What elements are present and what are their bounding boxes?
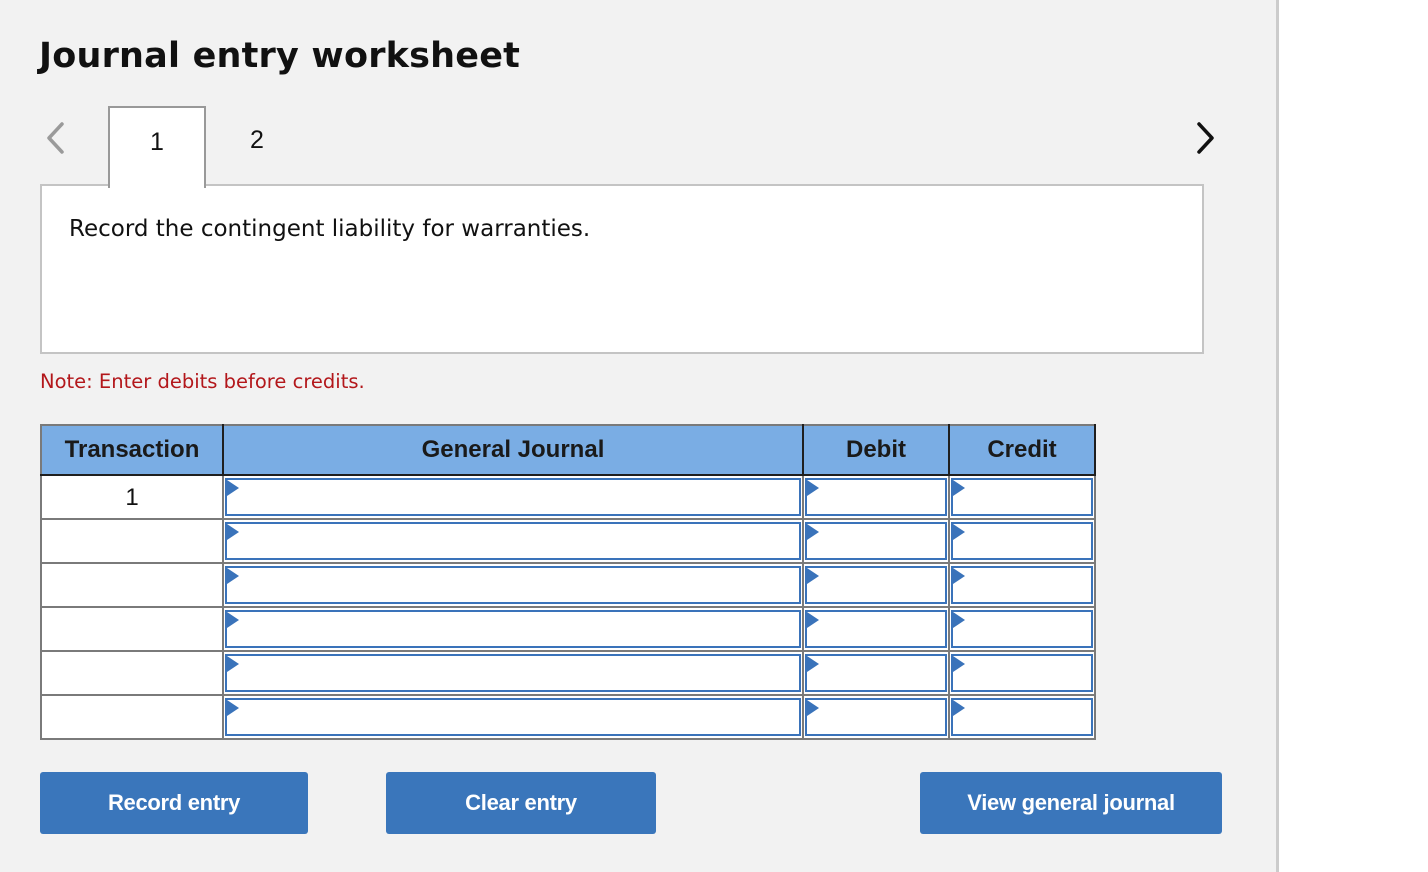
view-general-journal-button[interactable]: View general journal [920, 772, 1222, 834]
credit-cell [948, 474, 1096, 520]
debit-cell [802, 650, 950, 696]
debit-cell [802, 606, 950, 652]
clear-entry-button[interactable]: Clear entry [386, 772, 656, 834]
tab-label: 2 [250, 125, 264, 154]
transaction-cell: 1 [40, 474, 224, 520]
cell-marker-icon [953, 524, 965, 540]
tab-2[interactable]: 2 [208, 106, 306, 186]
debit-input[interactable] [805, 610, 947, 648]
column-header-debit: Debit [802, 424, 950, 476]
credit-cell [948, 562, 1096, 608]
cell-marker-icon [953, 612, 965, 628]
account-dropdown[interactable] [225, 698, 801, 736]
account-cell [222, 694, 804, 740]
cell-marker-icon [807, 612, 819, 628]
cell-marker-icon [227, 656, 239, 672]
cell-marker-icon [227, 700, 239, 716]
column-header-general-journal: General Journal [222, 424, 804, 476]
cell-marker-icon [807, 700, 819, 716]
debit-cell [802, 562, 950, 608]
account-dropdown[interactable] [225, 654, 801, 692]
debit-input[interactable] [805, 698, 947, 736]
account-cell [222, 650, 804, 696]
worksheet-panel: Journal entry worksheet 1 2 Record the c… [0, 0, 1279, 872]
journal-table: Transaction General Journal Debit Credit… [40, 424, 1096, 740]
credit-cell [948, 650, 1096, 696]
account-dropdown[interactable] [225, 522, 801, 560]
account-cell [222, 562, 804, 608]
record-entry-button[interactable]: Record entry [40, 772, 308, 834]
cell-marker-icon [807, 480, 819, 496]
cell-marker-icon [953, 480, 965, 496]
credit-cell [948, 606, 1096, 652]
tab-1[interactable]: 1 [108, 106, 206, 188]
next-button[interactable] [1190, 118, 1220, 158]
cell-marker-icon [227, 480, 239, 496]
chevron-left-icon [47, 122, 64, 154]
account-dropdown[interactable] [225, 478, 801, 516]
account-cell [222, 518, 804, 564]
account-cell [222, 474, 804, 520]
cell-marker-icon [807, 656, 819, 672]
transaction-cell [40, 518, 224, 564]
transaction-cell [40, 606, 224, 652]
table-row [40, 650, 1096, 696]
journal-header-row: Transaction General Journal Debit Credit [40, 424, 1096, 476]
account-dropdown[interactable] [225, 566, 801, 604]
debit-input[interactable] [805, 566, 947, 604]
cell-marker-icon [807, 568, 819, 584]
account-dropdown[interactable] [225, 610, 801, 648]
credit-input[interactable] [951, 610, 1093, 648]
transaction-cell [40, 650, 224, 696]
column-header-transaction: Transaction [40, 424, 224, 476]
debit-input[interactable] [805, 654, 947, 692]
chevron-right-icon [1197, 122, 1214, 154]
tab-label: 1 [150, 127, 164, 156]
cell-marker-icon [227, 524, 239, 540]
page-title: Journal entry worksheet [39, 36, 521, 76]
cell-marker-icon [227, 612, 239, 628]
debit-cell [802, 518, 950, 564]
cell-marker-icon [953, 656, 965, 672]
credit-cell [948, 518, 1096, 564]
transaction-cell [40, 562, 224, 608]
debit-cell [802, 694, 950, 740]
table-row [40, 606, 1096, 652]
table-row [40, 518, 1096, 564]
account-cell [222, 606, 804, 652]
prompt-box: Record the contingent liability for warr… [40, 184, 1204, 354]
credit-input[interactable] [951, 698, 1093, 736]
cell-marker-icon [953, 568, 965, 584]
credit-input[interactable] [951, 478, 1093, 516]
credit-input[interactable] [951, 566, 1093, 604]
prompt-text: Record the contingent liability for warr… [69, 216, 591, 242]
cell-marker-icon [807, 524, 819, 540]
prev-button[interactable] [40, 118, 70, 158]
transaction-cell [40, 694, 224, 740]
credit-cell [948, 694, 1096, 740]
debit-cell [802, 474, 950, 520]
credit-input[interactable] [951, 522, 1093, 560]
table-row [40, 562, 1096, 608]
debit-input[interactable] [805, 478, 947, 516]
debit-input[interactable] [805, 522, 947, 560]
table-row [40, 694, 1096, 740]
column-header-credit: Credit [948, 424, 1096, 476]
note-text: Note: Enter debits before credits. [40, 370, 365, 393]
table-row: 1 [40, 474, 1096, 520]
cell-marker-icon [227, 568, 239, 584]
cell-marker-icon [953, 700, 965, 716]
credit-input[interactable] [951, 654, 1093, 692]
